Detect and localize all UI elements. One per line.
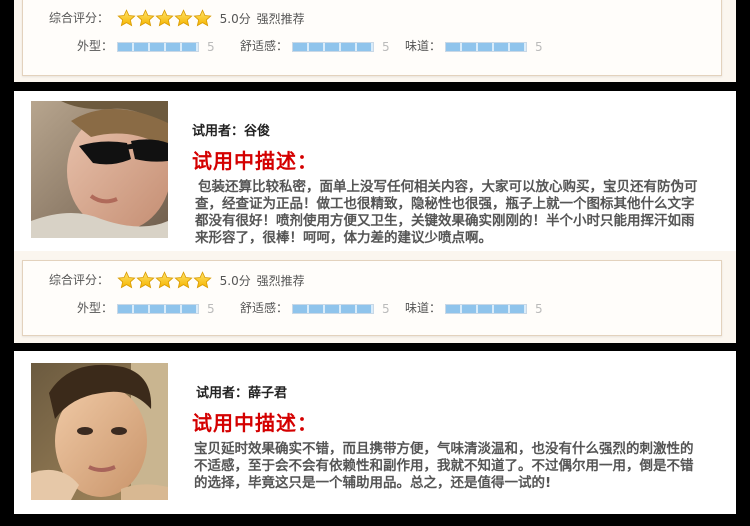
smell-score: 5: [535, 301, 543, 316]
reviewer-name: 谷俊: [244, 124, 271, 139]
smell-bar-fill: [446, 304, 527, 313]
comfort-score: 5: [382, 301, 390, 316]
star-rating: [117, 9, 212, 28]
overall-rating-label: 综合评分：: [49, 273, 110, 287]
comfort-metric: 舒适感： 5: [240, 299, 390, 316]
smell-bar-fill: [446, 42, 527, 51]
reviewer-line: 试用者：谷俊: [192, 120, 270, 139]
appearance-label: 外型：: [77, 39, 114, 53]
rating-panel-2: 综合评分： 5.0分 强烈推荐 外型： 5 舒适感： 5 味道： 5: [14, 251, 736, 343]
comfort-label: 舒适感：: [240, 301, 289, 315]
appearance-metric: 外型： 5: [77, 299, 215, 316]
review-card-2: 试用者：薛子君 试用中描述： 宝贝延时效果确实不错，而且携带方便，气味清淡温和，…: [14, 351, 736, 514]
smell-bar: [445, 41, 528, 52]
star-icon: [117, 9, 136, 28]
appearance-metric: 外型： 5: [77, 37, 215, 54]
smell-label: 味道：: [405, 39, 442, 53]
overall-rating-label: 综合评分：: [49, 11, 110, 25]
star-icon: [174, 9, 193, 28]
score-text: 5.0分: [219, 12, 251, 26]
review-text: 包装还算比较私密，面单上没写任何相关内容，大家可以放心购买，宝贝还有防伪可查，经…: [195, 179, 698, 246]
reviewer-line: 试用者：薛子君: [196, 382, 287, 401]
appearance-bar: [117, 303, 200, 314]
verdict-text: 强烈推荐: [256, 12, 305, 26]
score-text: 5.0分: [219, 274, 251, 288]
star-rating: [117, 271, 212, 290]
appearance-label: 外型：: [77, 301, 114, 315]
review-text: 宝贝延时效果确实不错，而且携带方便，气味清淡温和，也没有什么强烈的刺激性的不适感…: [194, 441, 694, 491]
comfort-bar-fill: [293, 304, 374, 313]
rating-box: 综合评分： 5.0分 强烈推荐 外型： 5 舒适感： 5 味道： 5: [22, 260, 722, 336]
star-icon: [193, 9, 212, 28]
comfort-metric: 舒适感： 5: [240, 37, 390, 54]
reviewer-name: 薛子君: [248, 386, 288, 401]
star-icon: [155, 9, 174, 28]
smell-metric: 味道： 5: [405, 37, 543, 54]
overall-rating-row: 综合评分： 5.0分 强烈推荐: [49, 9, 305, 28]
comfort-bar-fill: [293, 42, 374, 51]
appearance-bar-fill: [118, 304, 199, 313]
reviewer-label: 试用者：: [192, 124, 245, 139]
reviewer-label: 试用者：: [196, 386, 249, 401]
smell-metric: 味道： 5: [405, 299, 543, 316]
star-icon: [193, 271, 212, 290]
rating-box: 综合评分： 5.0分 强烈推荐 外型： 5 舒适感： 5 味道： 5: [22, 0, 722, 76]
appearance-bar: [117, 41, 200, 52]
comfort-score: 5: [382, 39, 390, 54]
review-title: 试用中描述：: [192, 149, 318, 173]
comfort-label: 舒适感：: [240, 39, 289, 53]
review-title: 试用中描述：: [192, 411, 318, 435]
review-card-1: 试用者：谷俊 试用中描述： 包装还算比较私密，面单上没写任何相关内容，大家可以放…: [14, 91, 736, 251]
verdict-text: 强烈推荐: [256, 274, 305, 288]
avatar: [31, 363, 168, 500]
appearance-bar-fill: [118, 42, 199, 51]
smell-label: 味道：: [405, 301, 442, 315]
comfort-bar: [292, 303, 375, 314]
comfort-bar: [292, 41, 375, 52]
smell-score: 5: [535, 39, 543, 54]
star-icon: [136, 9, 155, 28]
star-icon: [174, 271, 193, 290]
smell-bar: [445, 303, 528, 314]
star-icon: [136, 271, 155, 290]
avatar: [31, 101, 168, 238]
appearance-score: 5: [207, 39, 215, 54]
rating-panel-1: 综合评分： 5.0分 强烈推荐 外型： 5 舒适感： 5 味道： 5: [14, 0, 736, 82]
overall-rating-row: 综合评分： 5.0分 强烈推荐: [49, 271, 305, 290]
appearance-score: 5: [207, 301, 215, 316]
star-icon: [155, 271, 174, 290]
star-icon: [117, 271, 136, 290]
